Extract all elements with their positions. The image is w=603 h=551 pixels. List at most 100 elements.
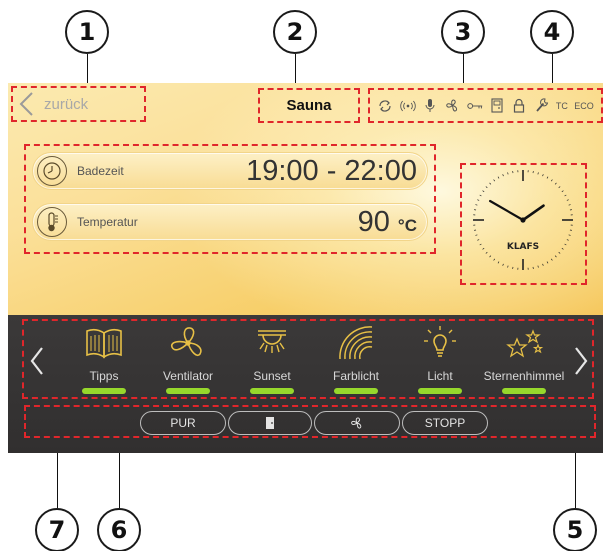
key-icon	[466, 98, 483, 114]
clock-minor-tick	[542, 174, 544, 177]
function-farblicht[interactable]: Farblicht	[316, 325, 396, 401]
bath-time-value: 19:00 - 22:00	[246, 154, 417, 187]
clock-brand: KLAFS	[507, 242, 539, 252]
clock-minor-tick	[537, 265, 539, 268]
stop-label: STOPP	[424, 416, 466, 430]
temperature-label: Temperatur	[77, 215, 138, 229]
callout-4: 4	[530, 10, 574, 54]
door-icon	[489, 98, 505, 114]
clock-minor-tick	[479, 194, 482, 197]
back-button[interactable]: zurück	[11, 86, 146, 122]
thermometer-icon	[37, 207, 67, 237]
tc-indicator: TC	[555, 100, 568, 111]
back-label: zurück	[44, 95, 89, 113]
clock-minor-tick	[485, 251, 488, 254]
clock-minor-tick	[566, 199, 569, 201]
clock-minor-tick	[479, 243, 482, 246]
callout-number: 7	[48, 516, 66, 544]
callout-1: 1	[65, 10, 109, 54]
function-active-indicator	[334, 388, 378, 394]
clock-minor-tick	[568, 234, 571, 236]
function-active-indicator	[502, 388, 546, 394]
temperature-readout: 90 °C	[358, 206, 417, 239]
clock-minor-tick	[546, 176, 549, 179]
callout-5: 5	[553, 508, 597, 551]
lightbulb-icon	[424, 326, 456, 357]
clock-minor-tick	[475, 234, 478, 236]
clock-minor-tick	[542, 263, 544, 266]
clock-minor-tick	[493, 179, 496, 182]
pur-button[interactable]: PUR	[140, 411, 226, 435]
callout-2: 2	[273, 10, 317, 54]
wireless-icon	[399, 98, 416, 114]
function-sternenhimmel[interactable]: Sternenhimmel	[482, 325, 566, 401]
clock-minor-tick	[502, 263, 504, 266]
clock-minor-tick	[477, 199, 480, 201]
door-button[interactable]	[228, 411, 312, 435]
page-title: Sauna	[286, 97, 332, 114]
clock-hour-hand	[521, 204, 545, 222]
function-label: Sternenhimmel	[483, 369, 565, 383]
clock-minor-tick	[497, 261, 500, 264]
callout-number: 2	[286, 18, 304, 46]
function-label: Sunset	[253, 369, 291, 383]
stop-button[interactable]: STOPP	[402, 411, 488, 435]
clock-minor-tick	[475, 204, 478, 206]
clock-minor-tick	[568, 204, 571, 206]
clock-minor-tick	[485, 186, 488, 189]
function-bar: Tipps Ventilator Sunset Farblicht Licht …	[8, 315, 603, 453]
callout-number: 6	[110, 516, 128, 544]
function-label: Ventilator	[162, 369, 214, 383]
function-licht[interactable]: Licht	[400, 325, 480, 401]
function-active-indicator	[166, 388, 210, 394]
bath-time-pill[interactable]: Badezeit 19:00 - 22:00	[32, 152, 428, 190]
chevron-right-icon[interactable]	[572, 345, 590, 377]
chevron-left-icon	[19, 92, 33, 116]
sunset-icon	[258, 330, 286, 353]
function-active-indicator	[418, 388, 462, 394]
fan-icon	[444, 98, 460, 114]
clock-minor-tick	[489, 182, 492, 185]
temperature-unit: °C	[397, 215, 417, 235]
fan-button[interactable]	[314, 411, 400, 435]
clock-minor-tick	[537, 172, 539, 175]
callout-6: 6	[97, 508, 141, 551]
clock-minor-tick	[507, 265, 509, 268]
callout-number: 4	[543, 18, 561, 46]
function-carousel: Tipps Ventilator Sunset Farblicht Licht …	[22, 319, 594, 399]
clock-minute-hand	[488, 199, 525, 222]
clock-minor-tick	[561, 247, 564, 250]
callout-1-leader	[87, 54, 88, 85]
clock-minor-tick	[558, 251, 561, 254]
temperature-pill[interactable]: Temperatur 90 °C	[32, 203, 428, 241]
status-bar: TC ECO	[368, 88, 603, 123]
clock-minor-tick	[497, 176, 500, 179]
callout-number: 3	[454, 18, 472, 46]
function-active-indicator	[82, 388, 126, 394]
lock-icon	[511, 98, 527, 114]
clock-minor-tick	[564, 194, 567, 197]
callout-number: 5	[566, 516, 584, 544]
clock-minor-tick	[507, 172, 509, 175]
temperature-value: 90	[357, 205, 390, 238]
clock-box: KLAFS	[460, 163, 587, 285]
callout-3: 3	[441, 10, 485, 54]
clock-minor-tick	[502, 174, 504, 177]
function-label: Licht	[427, 369, 453, 383]
analog-clock: KLAFS	[473, 170, 573, 270]
clock-minor-tick	[554, 182, 557, 185]
wrench-icon	[534, 98, 550, 114]
clock-center	[520, 217, 526, 223]
title-box: Sauna	[258, 88, 360, 123]
clock-minor-tick	[489, 255, 492, 258]
function-tipps[interactable]: Tipps	[64, 325, 144, 401]
clock-minor-tick	[564, 243, 567, 246]
mode-button-row: PUR STOPP	[24, 405, 596, 438]
chevron-left-icon[interactable]	[28, 345, 46, 377]
book-icon	[86, 328, 122, 359]
function-ventilator[interactable]: Ventilator	[148, 325, 228, 401]
function-active-indicator	[250, 388, 294, 394]
function-sunset[interactable]: Sunset	[232, 325, 312, 401]
clock-minor-tick	[554, 255, 557, 258]
pur-label: PUR	[170, 416, 196, 430]
